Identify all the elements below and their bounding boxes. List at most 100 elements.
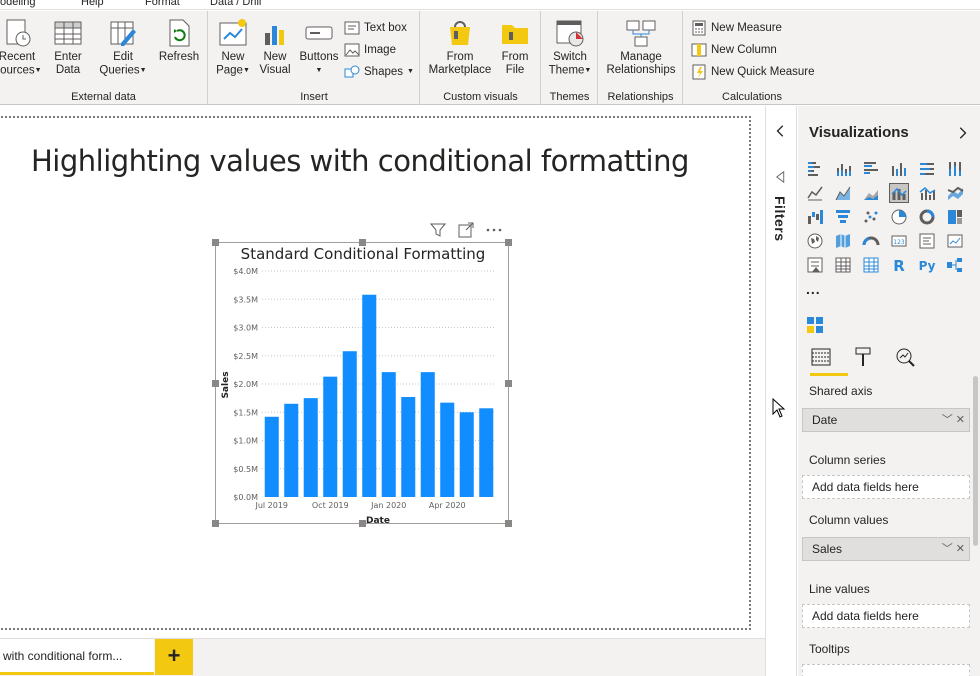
- collapse-chevron-icon[interactable]: [774, 124, 788, 138]
- resize-handle[interactable]: [212, 520, 219, 527]
- enter-data-button[interactable]: Enter Data: [48, 17, 88, 77]
- waterfall-chart-icon[interactable]: [806, 208, 824, 226]
- kpi-icon[interactable]: [946, 232, 964, 250]
- new-column-button[interactable]: New Column: [691, 40, 777, 60]
- tooltips-drop-zone[interactable]: [802, 664, 970, 676]
- tab-help[interactable]: Help: [81, 0, 104, 8]
- bar[interactable]: [323, 376, 338, 497]
- chevron-down-icon[interactable]: ﹀: [942, 543, 953, 555]
- gauge-icon[interactable]: [862, 232, 880, 250]
- chevron-down-icon[interactable]: ﹀: [942, 414, 953, 426]
- bar[interactable]: [459, 412, 474, 497]
- clustered-bar-chart-icon[interactable]: [862, 160, 880, 178]
- page-tab-current[interactable]: with conditional form...: [0, 639, 154, 675]
- recent-sources-button[interactable]: Recent Sources▼: [0, 17, 42, 78]
- column-series-drop-zone[interactable]: Add data fields here: [802, 475, 970, 499]
- line-and-clustered-column-chart-icon[interactable]: [918, 184, 936, 202]
- report-title[interactable]: Highlighting values with conditional for…: [31, 144, 689, 178]
- column-chart-visual[interactable]: Standard Conditional Formatting Sales Da…: [212, 239, 512, 527]
- filter-icon[interactable]: [430, 222, 446, 238]
- r-script-icon[interactable]: R: [890, 256, 908, 274]
- bar[interactable]: [362, 294, 377, 497]
- stacked-bar-chart-icon[interactable]: [806, 160, 824, 178]
- bar[interactable]: [479, 408, 494, 497]
- bar[interactable]: [440, 402, 455, 497]
- stacked-column-chart-icon[interactable]: [834, 160, 852, 178]
- text-box-button[interactable]: Text box: [344, 18, 407, 38]
- format-paint-roller-icon[interactable]: [852, 346, 874, 368]
- tab-modeling[interactable]: odeling: [0, 0, 35, 8]
- map-icon[interactable]: [806, 232, 824, 250]
- analytics-icon[interactable]: [894, 346, 916, 368]
- filled-map-icon[interactable]: [834, 232, 852, 250]
- bar[interactable]: [342, 351, 357, 497]
- from-marketplace-button[interactable]: From Marketplace: [425, 17, 495, 77]
- resize-handle[interactable]: [505, 520, 512, 527]
- clustered-column-chart-icon[interactable]: [890, 160, 908, 178]
- resize-handle[interactable]: [359, 520, 366, 527]
- fields-icon[interactable]: [810, 346, 832, 368]
- matrix-icon[interactable]: [862, 256, 880, 274]
- new-page-button[interactable]: New Page▼: [213, 17, 253, 78]
- table-visual-icon[interactable]: [834, 256, 852, 274]
- donut-chart-icon[interactable]: [918, 208, 936, 226]
- more-visuals-ellipsis[interactable]: ...: [806, 280, 828, 304]
- scatter-chart-icon[interactable]: [862, 208, 880, 226]
- remove-field-icon[interactable]: ✕: [956, 414, 965, 426]
- key-influencers-icon[interactable]: [946, 256, 964, 274]
- new-visual-button[interactable]: New Visual: [255, 17, 295, 77]
- expand-chevron-icon[interactable]: [955, 126, 969, 140]
- focus-mode-icon[interactable]: [458, 222, 474, 238]
- line-and-stacked-column-chart-icon[interactable]: [889, 183, 909, 203]
- tab-data-drill[interactable]: Data / Drill: [210, 0, 261, 8]
- shapes-icon: [344, 65, 360, 78]
- resize-handle[interactable]: [505, 239, 512, 246]
- line-values-drop-zone[interactable]: Add data fields here: [802, 604, 970, 628]
- new-measure-button[interactable]: New Measure: [691, 18, 782, 38]
- add-page-button[interactable]: +: [155, 639, 193, 675]
- bar[interactable]: [381, 372, 396, 497]
- 100-stacked-column-chart-icon[interactable]: [946, 160, 964, 178]
- bar[interactable]: [401, 396, 416, 497]
- from-file-button[interactable]: From File: [495, 17, 535, 77]
- resize-handle[interactable]: [212, 380, 219, 387]
- resize-handle[interactable]: [359, 239, 366, 246]
- multi-row-card-icon[interactable]: [918, 232, 936, 250]
- button-icon: [305, 26, 333, 40]
- bar[interactable]: [264, 416, 279, 497]
- resize-handle[interactable]: [212, 239, 219, 246]
- bar[interactable]: [303, 398, 318, 497]
- line-chart-icon[interactable]: [806, 184, 824, 202]
- marketplace-visual-icon[interactable]: [806, 316, 824, 334]
- manage-relationships-button[interactable]: Manage Relationships: [601, 17, 681, 77]
- stacked-area-chart-icon[interactable]: [862, 184, 880, 202]
- bar[interactable]: [420, 372, 435, 497]
- more-options-icon[interactable]: [486, 222, 502, 238]
- slicer-icon[interactable]: [806, 256, 824, 274]
- 100-stacked-bar-chart-icon[interactable]: [918, 160, 936, 178]
- python-script-icon[interactable]: Py: [918, 256, 936, 274]
- pane-scrollbar[interactable]: [973, 376, 978, 546]
- column-values-field[interactable]: Sales ﹀ ✕: [802, 537, 970, 561]
- report-canvas[interactable]: Highlighting values with conditional for…: [0, 106, 765, 638]
- card-icon[interactable]: 123: [890, 232, 908, 250]
- switch-theme-button[interactable]: Switch Theme▼: [546, 17, 594, 78]
- tab-format[interactable]: Format: [145, 0, 180, 8]
- buttons-button[interactable]: Buttons ▼: [296, 17, 342, 78]
- refresh-button[interactable]: Refresh: [156, 17, 202, 64]
- resize-handle[interactable]: [505, 380, 512, 387]
- bar[interactable]: [284, 403, 299, 497]
- shared-axis-field[interactable]: Date ﹀ ✕: [802, 408, 970, 432]
- new-quick-measure-button[interactable]: New Quick Measure: [691, 62, 815, 82]
- area-chart-icon[interactable]: [834, 184, 852, 202]
- edit-queries-button[interactable]: Edit Queries▼: [96, 17, 150, 78]
- pie-chart-icon[interactable]: [890, 208, 908, 226]
- remove-field-icon[interactable]: ✕: [956, 543, 965, 555]
- image-button[interactable]: Image: [344, 40, 396, 60]
- shapes-button[interactable]: Shapes ▼: [344, 62, 414, 82]
- ribbon-chart-icon[interactable]: [946, 184, 964, 202]
- funnel-icon[interactable]: [834, 208, 852, 226]
- treemap-icon[interactable]: [946, 208, 964, 226]
- filters-pane[interactable]: Filters: [765, 106, 797, 676]
- filters-label[interactable]: Filters: [772, 196, 788, 242]
